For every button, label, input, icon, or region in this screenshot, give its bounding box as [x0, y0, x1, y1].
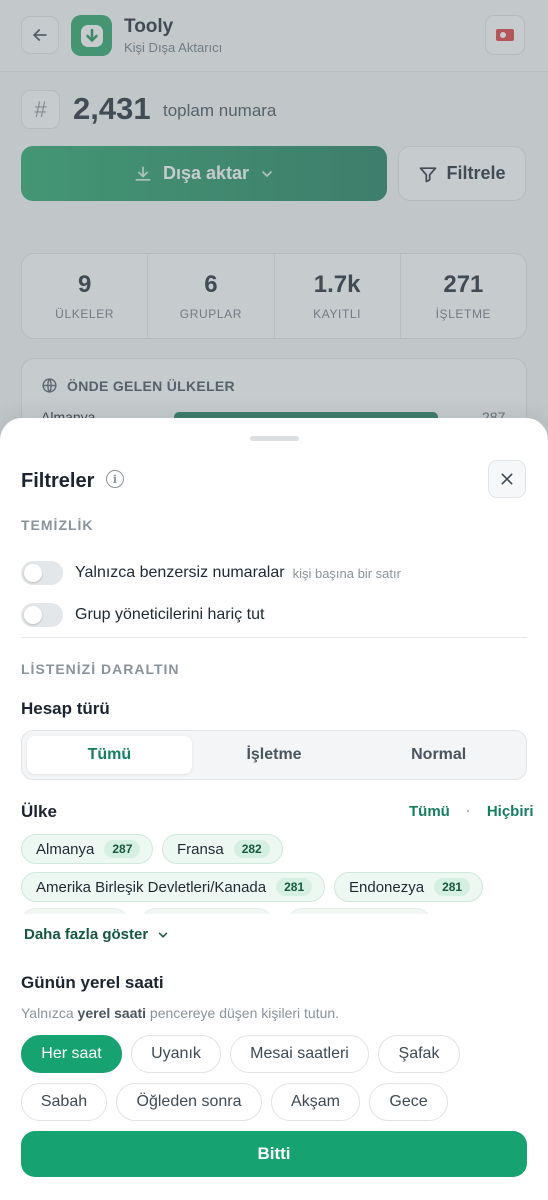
exclude-admins-label: Grup yöneticilerini hariç tut: [75, 606, 265, 623]
country-chip[interactable]: Amerika Birleşik Devletleri/Kanada 281: [21, 872, 326, 902]
separator: ·: [465, 803, 471, 820]
sheet-title: Filtreler: [21, 470, 95, 492]
segment-all[interactable]: Tümü: [27, 736, 192, 774]
time-option-morning[interactable]: Sabah: [21, 1083, 107, 1121]
time-option-awake[interactable]: Uyanık: [131, 1035, 221, 1073]
country-chip[interactable]: Almanya 287: [21, 834, 154, 864]
close-button[interactable]: [488, 460, 526, 498]
chip-label: Endonezya: [349, 878, 425, 896]
country-chip[interactable]: Endonezya 281: [334, 872, 484, 902]
chip-count: 282: [233, 840, 270, 858]
chevron-down-icon: [158, 931, 168, 938]
select-all-link[interactable]: Tümü: [409, 803, 450, 820]
unique-hint: kişi başına bir satır: [292, 565, 401, 581]
time-option-evening[interactable]: Akşam: [271, 1083, 360, 1121]
country-chip[interactable]: Fransa 282: [162, 834, 283, 864]
local-time-label: Günün yerel saati: [21, 973, 164, 992]
desc-bold: yerel saati: [77, 1005, 147, 1021]
country-select-links: Tümü · Hiçbiri: [409, 803, 534, 820]
filters-sheet: Filtreler i TEMİZLİK Yalnızca benzersiz …: [0, 418, 548, 1200]
segment-business[interactable]: İşletme: [192, 736, 357, 774]
chip-label: Amerika Birleşik Devletleri/Kanada: [36, 878, 267, 896]
segment-normal[interactable]: Normal: [356, 736, 521, 774]
show-more-label: Daha fazla göster: [24, 926, 149, 943]
country-chip-hidden: [21, 908, 129, 914]
chip-label: Almanya: [36, 840, 95, 858]
info-icon[interactable]: i: [106, 470, 124, 488]
exclude-admins-row[interactable]: Grup yöneticilerini hariç tut: [21, 603, 264, 627]
time-option-afternoon[interactable]: Öğleden sonra: [116, 1083, 262, 1121]
country-label: Ülke: [21, 802, 57, 821]
chip-count: 281: [434, 878, 471, 896]
chip-count: 281: [276, 878, 313, 896]
chip-label: Fransa: [177, 840, 224, 858]
done-button[interactable]: Bitti: [21, 1131, 527, 1177]
time-option-any[interactable]: Her saat: [21, 1035, 122, 1073]
local-time-description: Yalnızca yerel saati pencereye düşen kiş…: [21, 1005, 339, 1021]
desc-prefix: Yalnızca: [21, 1005, 78, 1021]
time-option-night[interactable]: Gece: [369, 1083, 448, 1121]
drag-handle[interactable]: [250, 436, 299, 441]
desc-suffix: pencereye düşen kişileri tutun.: [146, 1005, 340, 1021]
account-type-selector: Tümü İşletme Normal: [21, 730, 527, 780]
time-option-dawn[interactable]: Şafak: [378, 1035, 460, 1073]
show-more-link[interactable]: Daha fazla göster: [24, 926, 170, 943]
unique-label: Yalnızca benzersiz numaralar: [75, 564, 285, 581]
divider: [21, 637, 527, 638]
select-none-link[interactable]: Hiçbiri: [487, 803, 534, 820]
cleanup-section-label: TEMİZLİK: [21, 517, 94, 533]
close-icon: [501, 473, 513, 485]
country-chip-hidden: [287, 908, 431, 914]
narrow-section-label: LİSTENİZİ DARALTIN: [21, 661, 180, 677]
time-option-business-hours[interactable]: Mesai saatleri: [230, 1035, 369, 1073]
unique-toggle[interactable]: [21, 561, 63, 585]
chip-count: 287: [104, 840, 141, 858]
country-chip-hidden: [141, 908, 273, 914]
exclude-admins-toggle[interactable]: [21, 603, 63, 627]
account-type-label: Hesap türü: [21, 699, 110, 718]
country-chips: Almanya 287 Fransa 282 Amerika Birleşik …: [21, 834, 527, 914]
unique-toggle-row[interactable]: Yalnızca benzersiz numaralar kişi başına…: [21, 561, 401, 585]
